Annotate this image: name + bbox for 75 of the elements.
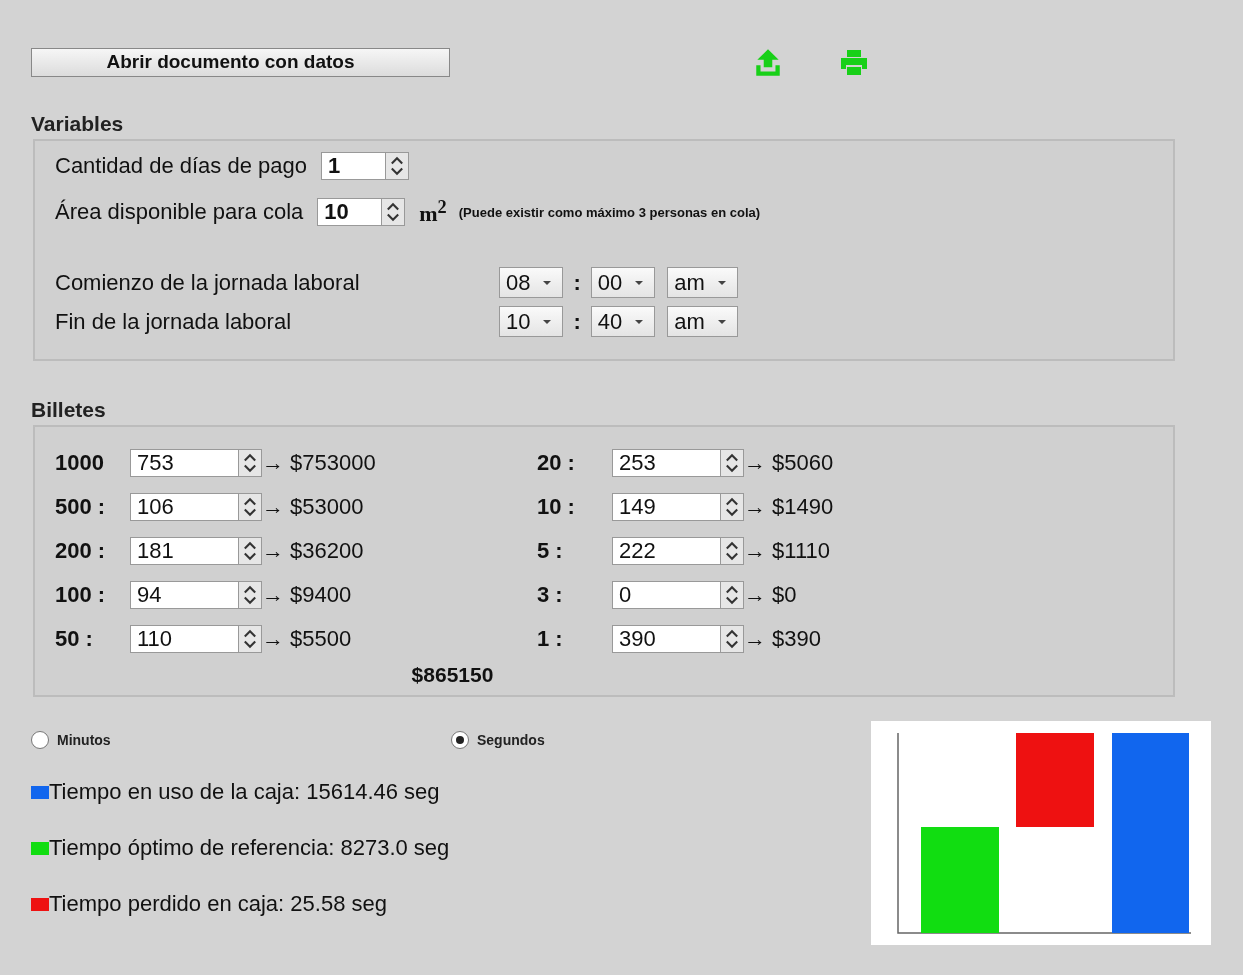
caret-icon xyxy=(542,279,553,286)
unit-label: m$^{2}$ xyxy=(419,196,447,228)
spinner-arrows-icon[interactable] xyxy=(720,582,743,608)
spinner-arrows-icon[interactable] xyxy=(238,626,261,652)
caret-icon xyxy=(716,279,727,286)
caret-icon xyxy=(634,279,645,286)
legend-text: Tiempo óptimo de referencia: 8273.0 seg xyxy=(49,835,450,861)
spinner-arrows-icon[interactable] xyxy=(238,494,261,520)
bill-label: 50 : xyxy=(55,626,94,652)
hour-dropdown[interactable]: 08 xyxy=(499,267,564,298)
bill-subtotal: → $1110 xyxy=(744,538,831,564)
bill-label: 1000 xyxy=(55,450,105,476)
caret-icon xyxy=(542,318,553,325)
spinner-field[interactable]: 1 xyxy=(321,152,409,180)
bill-label: 3 : xyxy=(537,582,564,608)
minute-dropdown[interactable]: 40 xyxy=(590,306,656,337)
bill-label: 20 : xyxy=(537,450,576,476)
radio-button[interactable] xyxy=(31,731,49,749)
spinner-arrows-icon[interactable] xyxy=(720,626,743,652)
field-label: Fin de la jornada laboral xyxy=(55,308,293,335)
field-label: Cantidad de días de pago xyxy=(55,153,307,179)
spinner-field[interactable]: 0 xyxy=(612,581,744,609)
bill-subtotal: → $9400 xyxy=(262,582,352,608)
period-dropdown[interactable]: am xyxy=(667,306,738,337)
bill-subtotal: → $1490 xyxy=(744,494,834,520)
bill-label: 5 : xyxy=(537,538,564,564)
bill-label: 200 : xyxy=(55,538,107,564)
spinner-arrows-icon[interactable] xyxy=(720,494,743,520)
bill-label: 500 : xyxy=(55,494,107,520)
spinner-arrows-icon[interactable] xyxy=(720,538,743,564)
bill-label: 10 : xyxy=(537,494,576,520)
legend-text: Tiempo en uso de la caja: 15614.46 seg xyxy=(49,779,440,805)
spinner-arrows-icon[interactable] xyxy=(238,582,261,608)
spinner-arrows-icon[interactable] xyxy=(385,153,408,179)
bill-subtotal: → $0 xyxy=(744,582,797,608)
minute-dropdown[interactable]: 00 xyxy=(590,267,656,298)
bill-label: 100 : xyxy=(55,582,107,608)
section-title: Variables xyxy=(31,112,125,136)
spinner-arrows-icon[interactable] xyxy=(720,450,743,476)
field-label: Comienzo de la jornada laboral xyxy=(55,269,361,296)
spinner-field[interactable]: 110 xyxy=(130,625,262,653)
spinner-arrows-icon[interactable] xyxy=(381,199,405,225)
caret-icon xyxy=(634,318,645,325)
radio-button[interactable] xyxy=(451,731,469,749)
section-title: Billetes xyxy=(31,398,107,422)
spinner-field[interactable]: 94 xyxy=(130,581,262,609)
spinner-field[interactable]: 390 xyxy=(612,625,744,653)
bill-subtotal: → $5060 xyxy=(744,450,834,476)
spinner-field[interactable]: 181 xyxy=(130,537,262,565)
total-amount: $865150 xyxy=(410,663,495,687)
spinner-field[interactable]: 106 xyxy=(130,493,262,521)
bill-subtotal: → $5500 xyxy=(262,626,352,652)
bill-subtotal: → $390 xyxy=(744,626,822,652)
bill-subtotal: → $36200 xyxy=(262,538,364,564)
note-text: (Puede existir como máximo 3 personas en cola) xyxy=(458,204,761,220)
time-separator: : xyxy=(573,308,581,335)
period-dropdown[interactable]: am xyxy=(667,267,738,298)
spinner-arrows-icon[interactable] xyxy=(238,538,261,564)
legend-text: Tiempo perdido en caja: 25.58 seg xyxy=(49,891,387,917)
spinner-field[interactable]: 222 xyxy=(612,537,744,565)
spinner-field[interactable]: 253 xyxy=(612,449,744,477)
bill-subtotal: → $753000 xyxy=(262,450,376,476)
spinner-field[interactable]: 753 xyxy=(130,449,262,477)
caret-icon xyxy=(716,318,727,325)
field-label: Área disponible para cola xyxy=(55,199,304,225)
spinner-arrows-icon[interactable] xyxy=(238,450,261,476)
bill-label: 1 : xyxy=(537,626,564,652)
spinner-field[interactable]: 10 xyxy=(317,198,406,226)
spinner-field[interactable]: 149 xyxy=(612,493,744,521)
hour-dropdown[interactable]: 10 xyxy=(499,306,564,337)
radio-label[interactable]: Minutos xyxy=(57,732,111,748)
time-separator: : xyxy=(573,269,581,296)
open-document-button[interactable]: Abrir documento con datos xyxy=(31,47,450,77)
bill-subtotal: → $53000 xyxy=(262,494,364,520)
radio-label[interactable]: Segundos xyxy=(477,732,545,748)
